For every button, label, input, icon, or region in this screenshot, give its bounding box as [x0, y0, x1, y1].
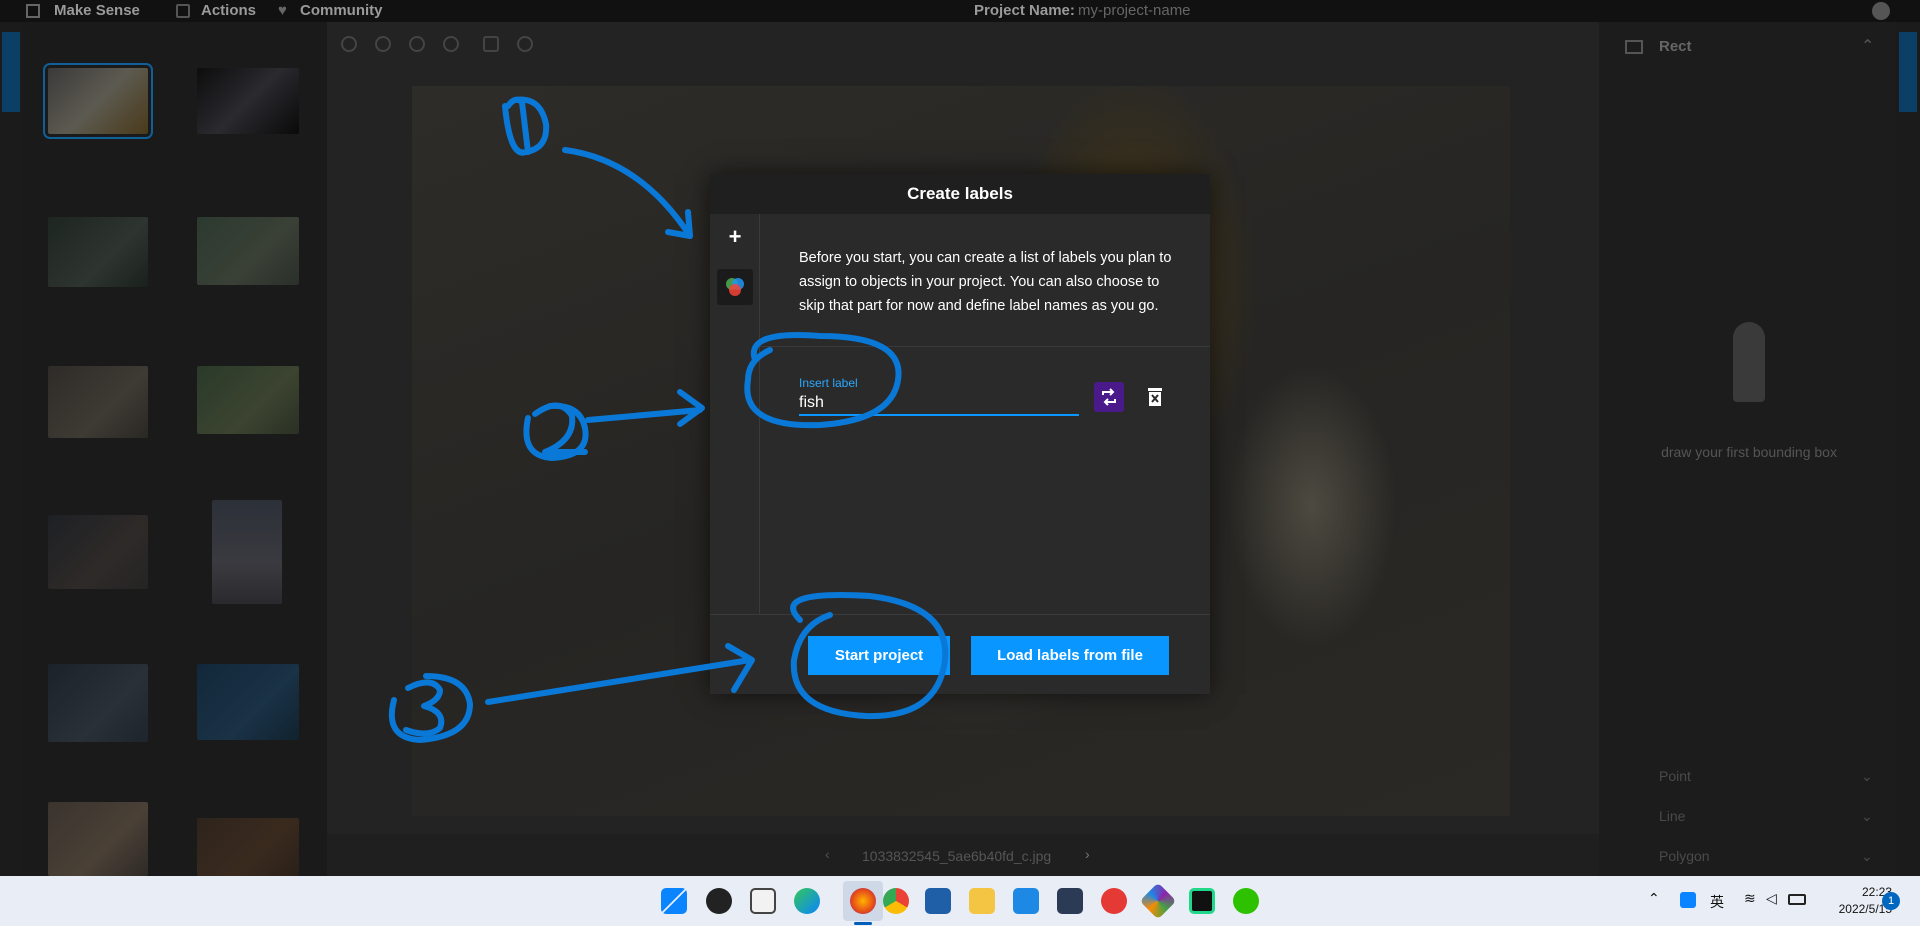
zoom-out-icon[interactable] — [375, 36, 391, 52]
create-labels-dialog: Create labels + Before you start, you ca… — [710, 174, 1210, 694]
image-thumbnail[interactable] — [197, 818, 299, 876]
next-image-icon[interactable]: › — [1085, 846, 1090, 862]
add-label-icon[interactable]: + — [724, 226, 746, 248]
top-navigation-bar: Make Sense Actions ♥ Community Project N… — [0, 0, 1920, 22]
insert-label-caption: Insert label — [799, 376, 858, 390]
image-list-panel — [22, 22, 327, 876]
github-icon[interactable] — [1872, 2, 1890, 20]
ime-indicator[interactable]: 英 — [1710, 892, 1724, 912]
delete-label-button[interactable] — [1145, 386, 1165, 408]
current-image-filename: 1033832545_5ae6b40fd_c.jpg — [862, 848, 1052, 864]
system-clock[interactable]: 22:23 2022/5/15 — [1812, 884, 1892, 918]
netease-music-icon[interactable] — [1101, 888, 1127, 914]
powershell-icon[interactable] — [925, 888, 951, 914]
empty-state-hint: draw your first bounding box — [1661, 444, 1837, 460]
project-name-label: Project Name: — [974, 2, 1075, 19]
crosshair-icon[interactable] — [517, 36, 533, 52]
windows-start-icon[interactable] — [661, 888, 687, 914]
chrome-icon[interactable] — [883, 888, 909, 914]
active-app-indicator — [854, 922, 872, 925]
images-tab[interactable] — [2, 32, 20, 112]
rect-icon — [1625, 40, 1643, 54]
pycharm-icon[interactable] — [1189, 888, 1215, 914]
notepad-icon[interactable] — [750, 888, 776, 914]
app-window: Make Sense Actions ♥ Community Project N… — [0, 0, 1920, 926]
notification-badge[interactable]: 1 — [1882, 892, 1900, 910]
collapse-chevron-icon[interactable]: ⌃ — [1861, 36, 1874, 56]
clock-date: 2022/5/15 — [1838, 902, 1892, 916]
terminal-icon[interactable] — [1057, 888, 1083, 914]
tray-app-icon[interactable] — [1680, 892, 1696, 908]
rocket-icon — [1733, 322, 1765, 402]
left-side-tab-strip — [0, 22, 22, 876]
hand-icon[interactable] — [483, 36, 499, 52]
wifi-icon[interactable]: ≋ — [1744, 890, 1756, 907]
menu-community[interactable]: Community — [300, 2, 383, 19]
image-thumbnail[interactable] — [197, 366, 299, 434]
project-name-input[interactable]: my-project-name — [1078, 2, 1191, 19]
chevron-down-icon[interactable]: ⌄ — [1861, 848, 1873, 865]
previous-image-icon[interactable]: ‹ — [825, 846, 830, 862]
tray-overflow-chevron-icon[interactable]: ⌃ — [1648, 890, 1660, 907]
dialog-side-toolbar: + — [710, 214, 760, 614]
divider — [760, 346, 1210, 347]
actions-icon — [176, 4, 190, 18]
community-icon: ♥ — [278, 2, 287, 19]
image-thumbnail[interactable] — [48, 664, 148, 742]
wechat-icon[interactable] — [1233, 888, 1259, 914]
tool-title: Rect — [1659, 38, 1692, 55]
image-navigation-bar: ‹ 1033832545_5ae6b40fd_c.jpg › — [327, 834, 1599, 876]
load-labels-button[interactable]: Load labels from file — [971, 636, 1169, 675]
divider — [710, 614, 1210, 615]
zoom-in-icon[interactable] — [341, 36, 357, 52]
tool-line[interactable]: Line — [1659, 808, 1685, 824]
volume-icon[interactable]: ◁ — [1766, 890, 1777, 907]
image-thumbnail[interactable] — [48, 217, 148, 287]
label-name-input[interactable] — [799, 392, 1079, 416]
vscode-icon[interactable] — [1013, 888, 1039, 914]
label-toolkit-panel: Rect ⌃ draw your first bounding box Poin… — [1599, 22, 1896, 876]
zoom-fit-icon[interactable] — [409, 36, 425, 52]
chevron-down-icon[interactable]: ⌄ — [1861, 808, 1873, 825]
image-thumbnail[interactable] — [197, 664, 299, 740]
start-project-button[interactable]: Start project — [808, 636, 950, 675]
settings-gear-icon[interactable] — [706, 888, 732, 914]
dialog-description: Before you start, you can create a list … — [799, 250, 1172, 314]
app-name: Make Sense — [54, 2, 140, 19]
file-explorer-icon[interactable] — [969, 888, 995, 914]
trash-icon — [1148, 388, 1162, 406]
windows-taskbar: ⌃ 英 ≋ ◁ 22:23 2022/5/15 1 — [0, 876, 1920, 926]
right-side-tab-strip — [1896, 22, 1920, 876]
clock-time: 22:23 — [1861, 885, 1892, 899]
dialog-title: Create labels — [710, 174, 1210, 214]
color-palette-icon — [726, 278, 744, 296]
toolkit-tab[interactable] — [1899, 32, 1917, 112]
battery-icon[interactable] — [1788, 894, 1806, 905]
tool-point[interactable]: Point — [1659, 768, 1691, 784]
chevron-down-icon[interactable]: ⌄ — [1861, 768, 1873, 785]
image-thumbnail[interactable] — [197, 68, 299, 134]
firefox-icon[interactable] — [850, 888, 876, 914]
change-color-button[interactable] — [1094, 382, 1124, 412]
git-gui-icon[interactable] — [1139, 882, 1177, 920]
app-logo-icon — [26, 4, 40, 18]
image-thumbnail[interactable] — [212, 500, 282, 604]
tool-polygon[interactable]: Polygon — [1659, 848, 1710, 864]
image-thumbnail[interactable] — [48, 366, 148, 438]
image-thumbnail[interactable] — [48, 515, 148, 589]
color-picker-button[interactable] — [717, 269, 753, 305]
zoom-max-icon[interactable] — [443, 36, 459, 52]
edge-browser-icon[interactable] — [794, 888, 820, 914]
image-thumbnail[interactable] — [48, 802, 148, 876]
menu-actions[interactable]: Actions — [201, 2, 256, 19]
swap-icon — [1102, 388, 1116, 406]
image-thumbnail[interactable] — [43, 63, 153, 139]
image-thumbnail[interactable] — [197, 217, 299, 285]
